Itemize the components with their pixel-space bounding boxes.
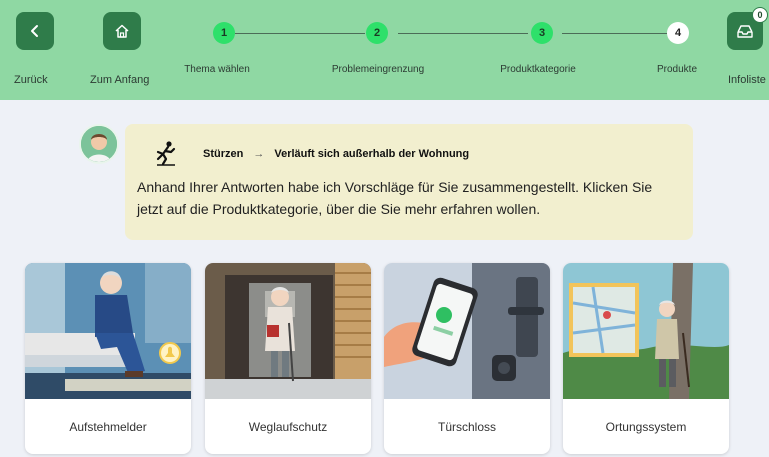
infolist-label[interactable]: Infoliste — [728, 74, 766, 86]
card-label[interactable]: Weglaufschutz — [205, 399, 371, 454]
back-label[interactable]: Zurück — [14, 74, 48, 86]
assistant-message: Stürzen → Verläuft sich außerhalb der Wo… — [125, 124, 693, 240]
gps-map-illustration — [563, 263, 729, 399]
category-card-tuerschloss[interactable]: Türschloss — [384, 263, 550, 454]
card-label[interactable]: Aufstehmelder — [25, 399, 191, 454]
category-card-weglaufschutz[interactable]: Weglaufschutz — [205, 263, 371, 454]
inbox-tray-icon — [737, 25, 753, 38]
step-connector — [235, 33, 365, 34]
top-navigation-bar: Zurück Zum Anfang 1 2 3 4 Thema wählen P… — [0, 0, 769, 100]
arrow-right-icon: → — [253, 148, 265, 160]
door-exit-illustration — [205, 263, 371, 399]
category-card-aufstehmelder[interactable]: Aufstehmelder — [25, 263, 191, 454]
step-1-indicator: 1 — [213, 22, 235, 44]
step-3-indicator: 3 — [531, 22, 553, 44]
subtopic-label: Verläuft sich außerhalb der Wohnung — [274, 148, 470, 160]
step-3-label: Produktkategorie — [500, 64, 576, 75]
step-4-label: Produkte — [656, 64, 698, 75]
back-button[interactable] — [16, 12, 54, 50]
bed-sensor-illustration — [25, 263, 191, 399]
infolist-count-badge: 0 — [752, 7, 768, 23]
smart-lock-illustration — [384, 263, 550, 399]
card-label[interactable]: Ortungssystem — [563, 399, 729, 454]
step-4-indicator: 4 — [667, 22, 689, 44]
topic-label: Stürzen — [203, 148, 244, 160]
home-button[interactable] — [103, 12, 141, 50]
step-connector — [398, 33, 528, 34]
step-2-label: Problemeingrenzung — [331, 64, 425, 75]
step-2-indicator: 2 — [366, 22, 388, 44]
assistant-avatar — [79, 124, 119, 164]
chevron-left-icon — [31, 25, 38, 37]
step-connector — [562, 33, 667, 34]
message-text: Anhand Ihrer Antworten habe ich Vorschlä… — [137, 179, 653, 217]
home-label[interactable]: Zum Anfang — [90, 74, 149, 86]
card-label[interactable]: Türschloss — [384, 399, 550, 454]
home-icon — [115, 24, 129, 38]
step-1-label: Thema wählen — [184, 64, 250, 75]
message-path: Stürzen → Verläuft sich außerhalb der Wo… — [203, 148, 469, 160]
category-card-ortungssystem[interactable]: Ortungssystem — [563, 263, 729, 454]
infolist-button[interactable]: 0 — [727, 7, 768, 50]
falling-person-icon — [155, 140, 177, 171]
